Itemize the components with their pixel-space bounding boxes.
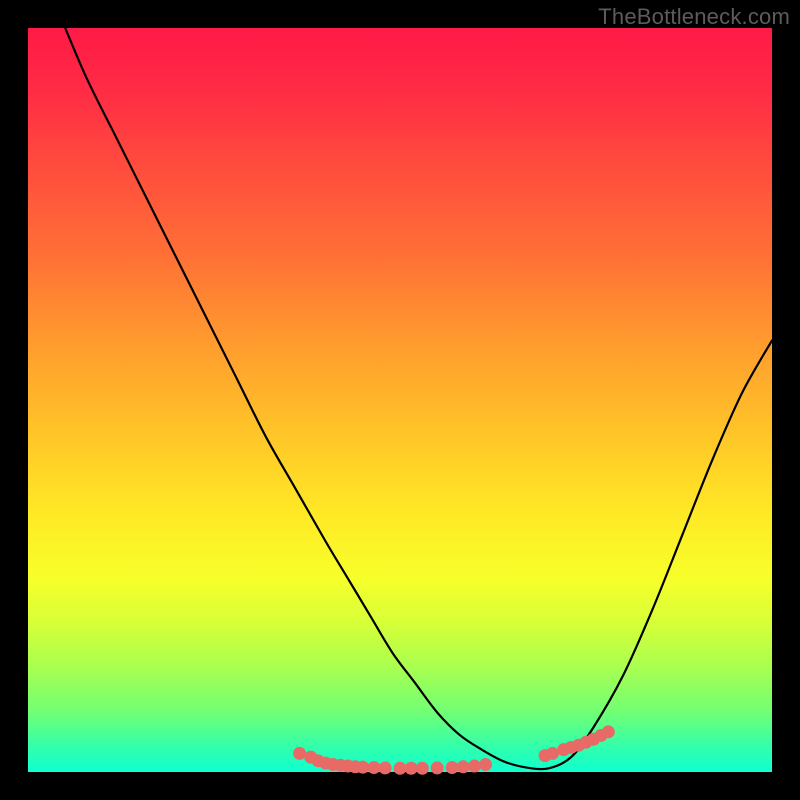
curve-marker (379, 761, 392, 774)
watermark-text: TheBottleneck.com (598, 4, 790, 30)
curve-path (65, 28, 772, 769)
curve-marker (367, 761, 380, 774)
curve-marker (457, 760, 470, 773)
curve-marker (405, 762, 418, 775)
curve-marker (479, 758, 492, 771)
curve-marker (602, 725, 615, 738)
curve-marker (468, 760, 481, 773)
curve-marker (394, 762, 407, 775)
chart-frame: TheBottleneck.com (0, 0, 800, 800)
curve-marker (416, 762, 429, 775)
curve-marker (293, 747, 306, 760)
curve-marker (431, 761, 444, 774)
curve-marker (356, 761, 369, 774)
plot-area (28, 28, 772, 772)
curve-marker (446, 761, 459, 774)
bottleneck-curve (28, 28, 772, 772)
curve-marker (546, 747, 559, 760)
